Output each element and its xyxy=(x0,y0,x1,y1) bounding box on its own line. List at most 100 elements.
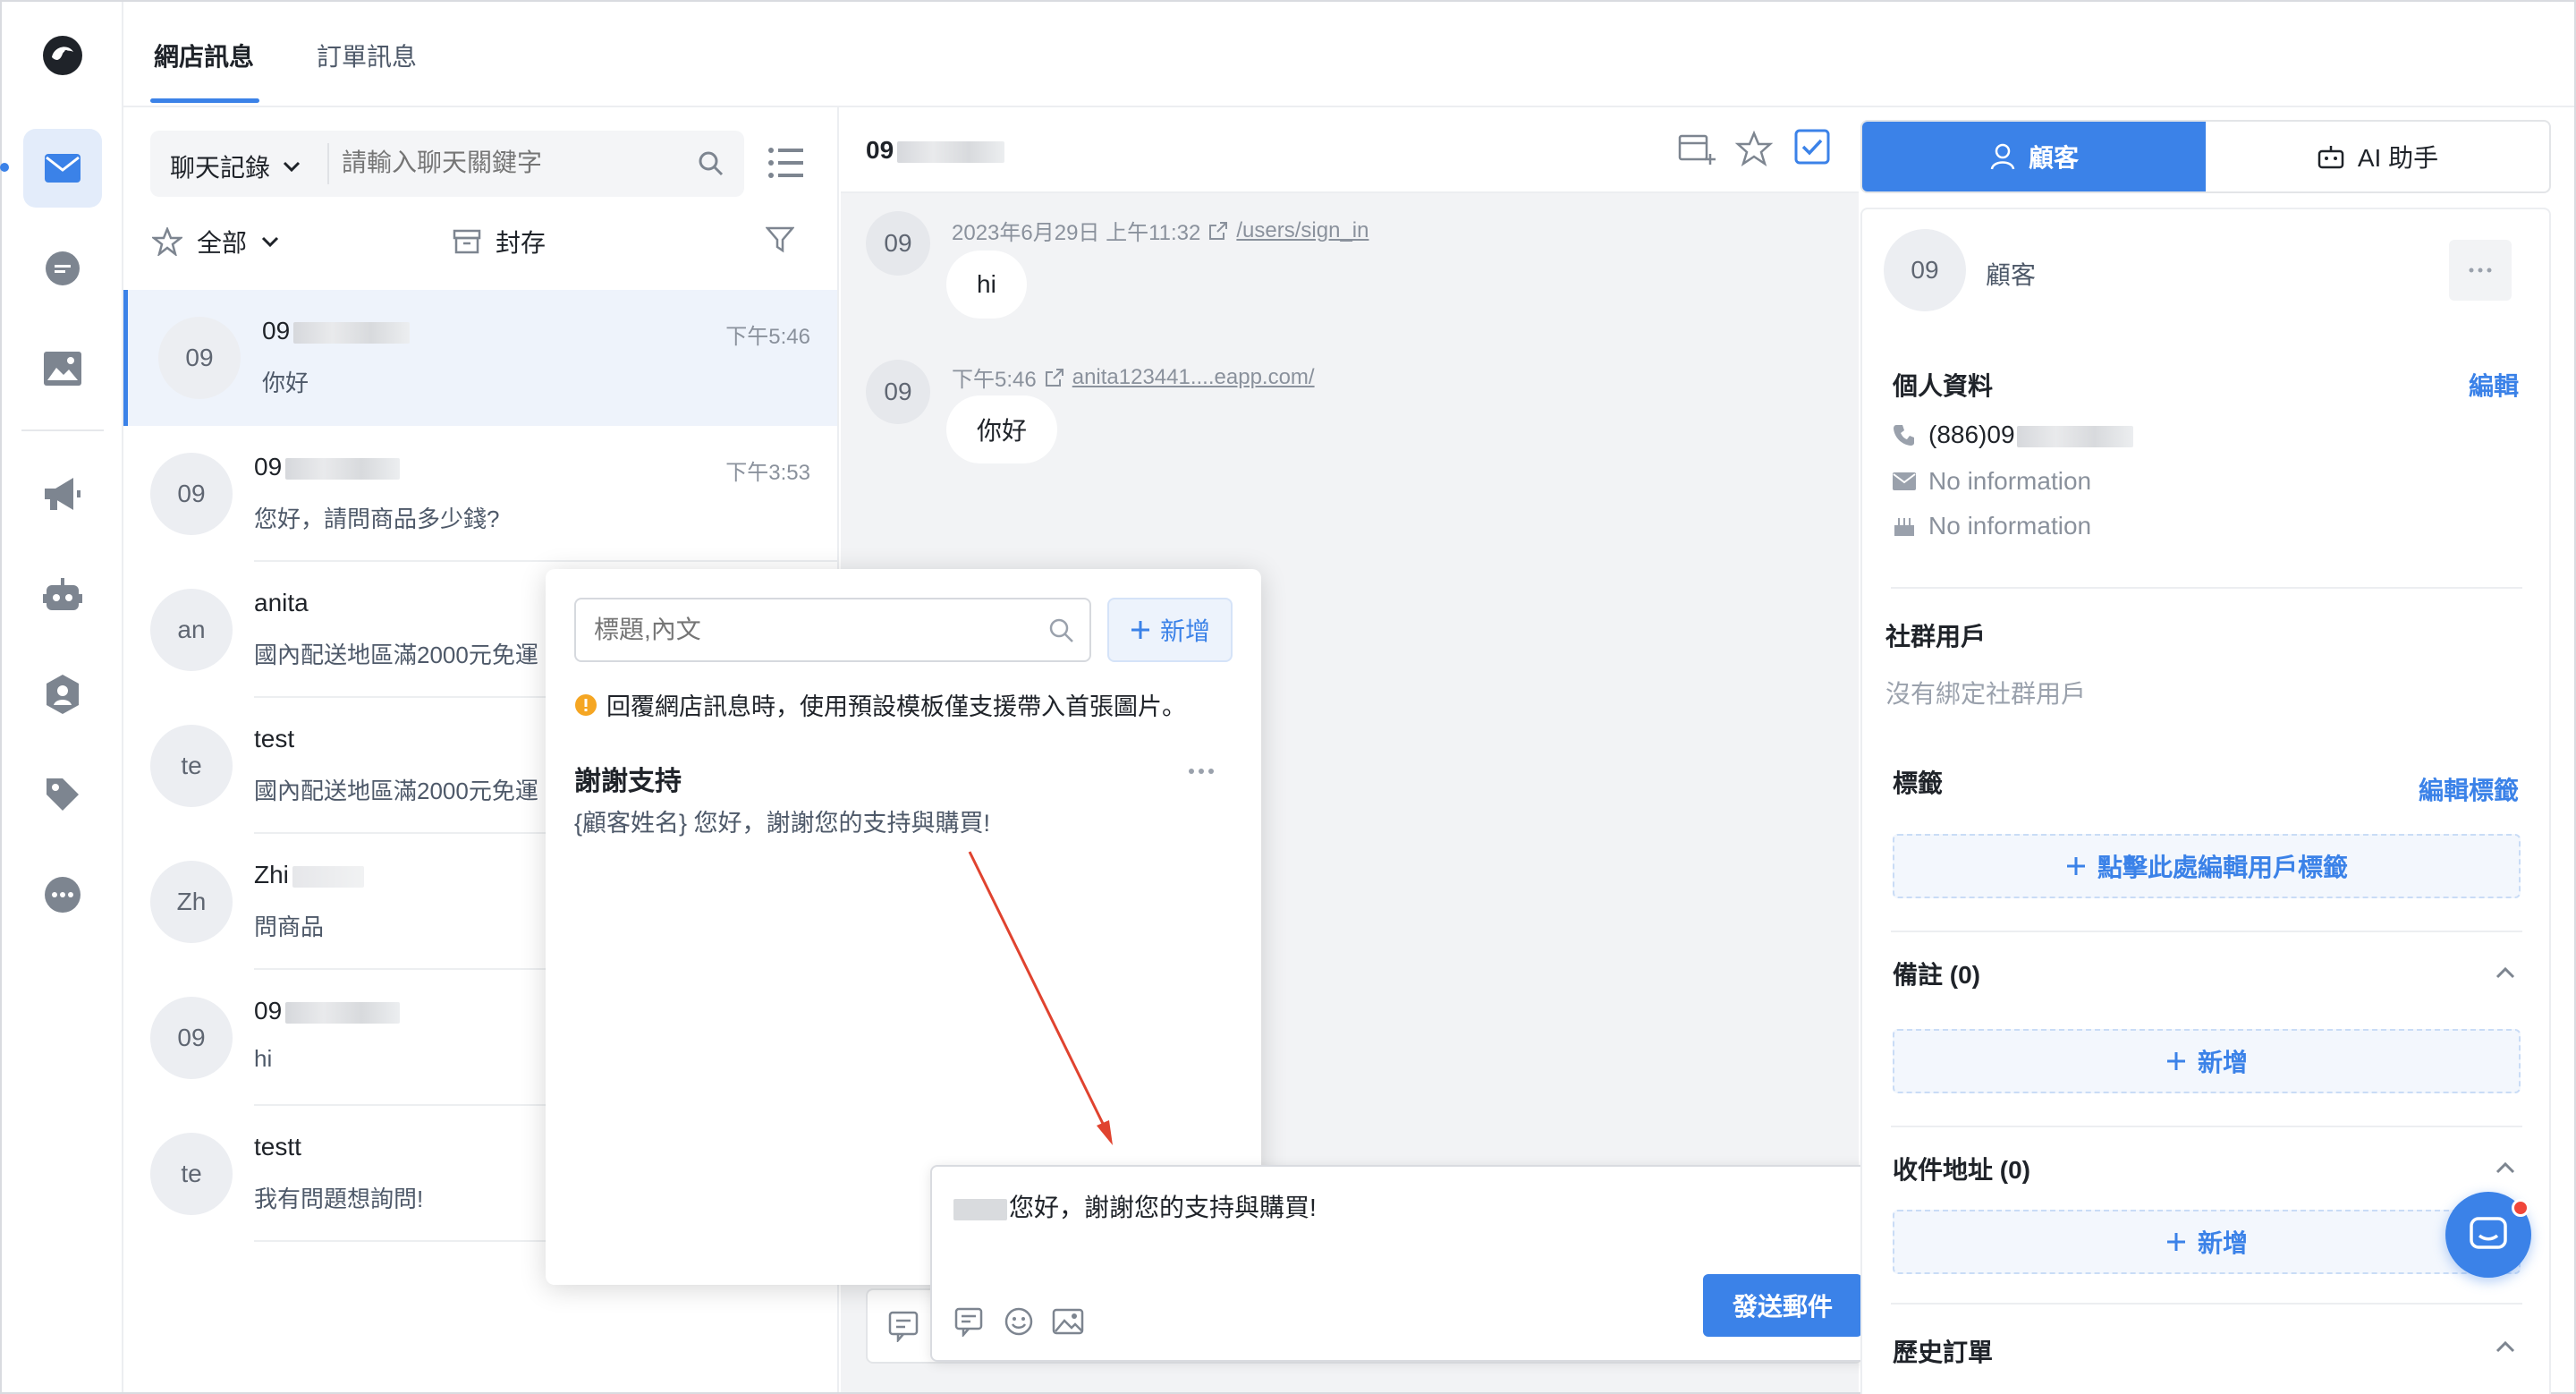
search-icon[interactable] xyxy=(1048,617,1075,644)
message-source-link[interactable]: /users/sign_in xyxy=(1236,218,1368,243)
archive-button[interactable]: 封存 xyxy=(453,224,546,259)
add-list-icon[interactable] xyxy=(1678,132,1717,166)
message-time: 下午5:46 xyxy=(952,368,1037,392)
tab-customer-label: 顧客 xyxy=(2028,144,2079,172)
divider xyxy=(1891,1303,2522,1305)
avatar: te xyxy=(150,725,233,807)
email-icon xyxy=(1893,472,1916,490)
add-address-label: 新增 xyxy=(2197,1229,2248,1257)
divider xyxy=(1891,1126,2522,1127)
email-value: No information xyxy=(1928,467,2092,495)
tab-order-messages[interactable]: 訂單訊息 xyxy=(317,38,417,73)
chat-search-box: 聊天記錄 xyxy=(150,131,744,197)
tab-ai-assistant[interactable]: AI 助手 xyxy=(2206,122,2549,191)
template-icon[interactable] xyxy=(953,1306,984,1337)
chat-title: 09 xyxy=(866,136,1005,165)
more-icon[interactable] xyxy=(23,855,102,934)
chevron-up-icon[interactable] xyxy=(2496,1161,2515,1174)
phone-number: (886)09 xyxy=(1928,421,2133,449)
add-address-button[interactable]: 新增 xyxy=(1893,1210,2521,1274)
plus-icon xyxy=(2066,857,2085,875)
profile-title: 個人資料 xyxy=(1893,372,1994,400)
edit-profile-link[interactable]: 編輯 xyxy=(2469,367,2519,403)
add-template-button[interactable]: 新增 xyxy=(1107,598,1233,662)
plus-icon xyxy=(2166,1052,2185,1070)
avatar: 09 xyxy=(158,317,241,399)
checkbox-done-icon[interactable] xyxy=(1794,129,1830,165)
chat-header: 09 xyxy=(841,107,1859,193)
filter-icon[interactable] xyxy=(766,225,794,254)
user-icon xyxy=(1990,143,2015,170)
avatar: 09 xyxy=(866,360,930,424)
image-icon[interactable] xyxy=(1052,1308,1084,1335)
template-icon[interactable] xyxy=(887,1310,919,1342)
customer-role: 顧客 xyxy=(1986,261,2037,289)
social-title: 社群用戶 xyxy=(1885,623,1987,650)
chat-icon[interactable] xyxy=(23,229,102,308)
conversation-time: 下午3:53 xyxy=(725,461,810,485)
conversation-preview: 您好，請問商品多少錢? xyxy=(254,506,500,532)
external-link-icon xyxy=(1045,368,1063,387)
edit-user-tags-button[interactable]: 點擊此處編輯用戶標籤 xyxy=(1893,834,2521,898)
edit-tags-link[interactable]: 編輯標籤 xyxy=(2419,771,2519,807)
message-bubble: 你好 xyxy=(946,395,1058,463)
avatar: an xyxy=(150,589,233,671)
template-search-input[interactable] xyxy=(594,610,1023,650)
more-button[interactable] xyxy=(2449,240,2512,301)
mail-icon[interactable] xyxy=(23,129,102,208)
send-email-button[interactable]: 發送郵件 xyxy=(1703,1274,1862,1337)
chevron-up-icon[interactable] xyxy=(2496,966,2515,979)
emoji-icon[interactable] xyxy=(1004,1306,1034,1337)
bot-icon[interactable] xyxy=(23,555,102,633)
conversation-preview: 你好 xyxy=(262,370,309,396)
notification-dot xyxy=(2512,1199,2529,1217)
avatar: 09 xyxy=(150,997,233,1079)
avatar: te xyxy=(150,1133,233,1215)
star-icon[interactable] xyxy=(1735,131,1773,166)
search-scope-label: 聊天記錄 xyxy=(170,154,271,182)
order-history-title: 歷史訂單 xyxy=(1893,1339,1994,1366)
chevron-up-icon[interactable] xyxy=(2496,1340,2515,1353)
add-note-button[interactable]: 新增 xyxy=(1893,1029,2521,1093)
filter-all-dropdown[interactable]: 全部 xyxy=(152,224,279,259)
template-notice: 回覆網店訊息時，使用預設模板僅支援帶入首張圖片。 xyxy=(574,687,1186,722)
template-title[interactable]: 謝謝支持 xyxy=(574,759,682,798)
cake-icon xyxy=(1894,518,1914,536)
list-view-icon[interactable] xyxy=(767,147,803,179)
search-icon[interactable] xyxy=(698,150,724,177)
notes-title: 備註 (0) xyxy=(1893,961,1981,989)
template-notice-text: 回覆網店訊息時，使用預設模板僅支援帶入首張圖片。 xyxy=(606,693,1186,720)
app-logo xyxy=(41,34,84,77)
message-time: 2023年6月29日 上午11:32 xyxy=(952,221,1201,245)
message-source-link[interactable]: anita123441....eapp.com/ xyxy=(1072,365,1315,390)
conversation-item[interactable]: 09 09 下午3:53 您好，請問商品多少錢? xyxy=(123,426,837,562)
active-tab-underline xyxy=(150,98,259,103)
megaphone-icon[interactable] xyxy=(23,455,102,533)
message-meta: 2023年6月29日 上午11:32 /users/sign_in xyxy=(952,215,1368,246)
template-body[interactable]: {顧客姓名} 您好，謝謝您的支持與購買! xyxy=(574,803,990,838)
chevron-down-icon xyxy=(261,236,279,247)
plus-icon xyxy=(1131,621,1149,639)
more-horizontal-icon[interactable] xyxy=(1188,768,1215,775)
address-title: 收件地址 (0) xyxy=(1893,1156,2031,1184)
tag-icon[interactable] xyxy=(23,755,102,834)
warning-icon xyxy=(575,693,597,716)
tab-shop-messages[interactable]: 網店訊息 xyxy=(154,38,254,73)
conversation-item[interactable]: 09 09 下午5:46 你好 xyxy=(123,290,837,426)
tab-customer[interactable]: 顧客 xyxy=(1862,122,2206,191)
avatar: 09 xyxy=(150,453,233,535)
composer-text[interactable]: 您好，謝謝您的支持與購買! xyxy=(953,1188,1317,1224)
chat-keyword-input[interactable] xyxy=(342,141,682,184)
search-scope-dropdown[interactable]: 聊天記錄 xyxy=(170,149,301,184)
message-meta: 下午5:46 anita123441....eapp.com/ xyxy=(952,361,1315,393)
conversation-name: test xyxy=(254,725,295,752)
tab-ai-label: AI 助手 xyxy=(2357,144,2439,172)
external-link-icon xyxy=(1209,221,1228,240)
image-icon[interactable] xyxy=(23,329,102,408)
message-icon xyxy=(2470,1217,2507,1249)
contact-icon[interactable] xyxy=(23,655,102,734)
conversation-name: 09 xyxy=(254,997,401,1025)
conversation-time: 下午5:46 xyxy=(725,325,810,349)
chevron-down-icon xyxy=(283,161,301,172)
more-horizontal-icon xyxy=(2469,268,2492,273)
